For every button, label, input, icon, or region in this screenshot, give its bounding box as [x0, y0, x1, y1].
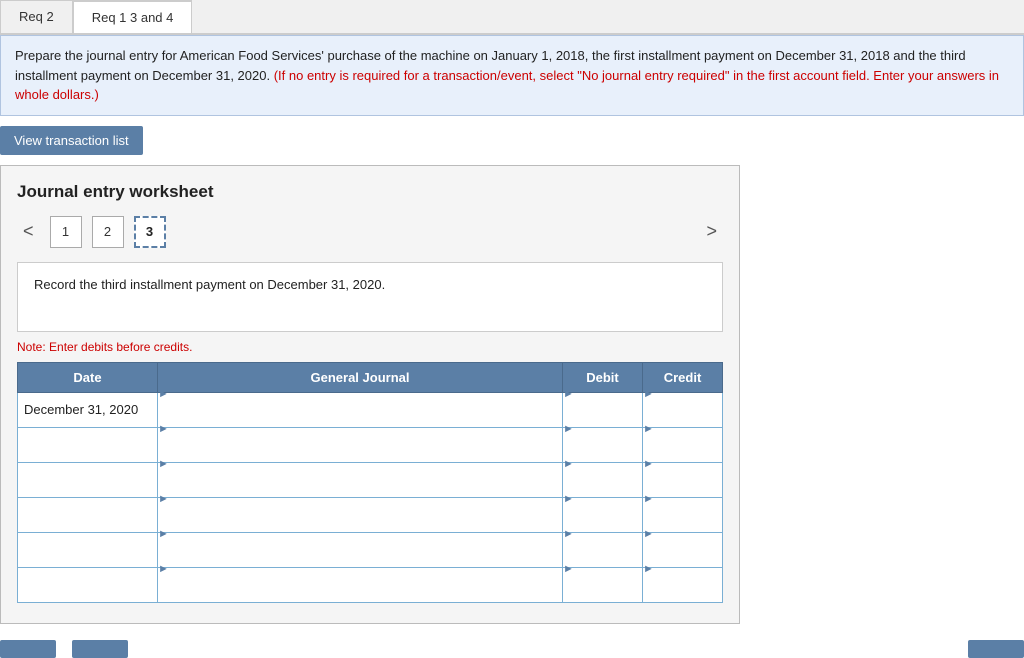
- col-header-date: Date: [18, 362, 158, 392]
- tab-req2[interactable]: Req 2: [0, 0, 73, 33]
- task-description-box: Record the third installment payment on …: [17, 262, 723, 332]
- general-journal-input-6[interactable]: [158, 575, 562, 609]
- date-cell-5: [18, 532, 158, 567]
- worksheet-title: Journal entry worksheet: [17, 182, 723, 202]
- debit-input-6[interactable]: [563, 575, 642, 609]
- general-journal-input-4[interactable]: [158, 505, 562, 539]
- tabs-bar: Req 2 Req 1 3 and 4: [0, 0, 1024, 35]
- bottom-buttons: [0, 640, 1024, 658]
- step-2-button[interactable]: 2: [92, 216, 124, 248]
- col-header-general-journal: General Journal: [158, 362, 563, 392]
- tab-req13and4[interactable]: Req 1 3 and 4: [73, 0, 193, 33]
- next-step-arrow[interactable]: >: [700, 219, 723, 244]
- instructions-box: Prepare the journal entry for American F…: [0, 35, 1024, 116]
- date-cell-2: [18, 427, 158, 462]
- date-cell-1: December 31, 2020: [18, 392, 158, 427]
- task-description-text: Record the third installment payment on …: [34, 277, 385, 292]
- general-journal-input-1[interactable]: [158, 400, 562, 434]
- note-text: Note: Enter debits before credits.: [17, 340, 723, 354]
- bottom-save-button[interactable]: [968, 640, 1024, 658]
- view-transaction-list-button[interactable]: View transaction list: [0, 126, 143, 155]
- date-cell-4: [18, 497, 158, 532]
- credit-input-6[interactable]: [643, 575, 722, 609]
- date-cell-6: [18, 567, 158, 602]
- step-navigation: < 1 2 3 >: [17, 216, 723, 248]
- bottom-prev-button[interactable]: [0, 640, 56, 658]
- table-row: December 31, 2020 ► ► ►: [18, 392, 723, 427]
- page-wrapper: Req 2 Req 1 3 and 4 Prepare the journal …: [0, 0, 1024, 658]
- general-journal-input-2[interactable]: [158, 435, 562, 469]
- step-3-button[interactable]: 3: [134, 216, 166, 248]
- journal-entry-worksheet: Journal entry worksheet < 1 2 3 > Record…: [0, 165, 740, 624]
- general-journal-cell-1[interactable]: ►: [158, 392, 563, 427]
- step-1-button[interactable]: 1: [50, 216, 82, 248]
- journal-table: Date General Journal Debit Credit Decemb…: [17, 362, 723, 603]
- prev-step-arrow[interactable]: <: [17, 219, 40, 244]
- bottom-next-button[interactable]: [72, 640, 128, 658]
- general-journal-input-5[interactable]: [158, 540, 562, 574]
- date-cell-3: [18, 462, 158, 497]
- general-journal-input-3[interactable]: [158, 470, 562, 504]
